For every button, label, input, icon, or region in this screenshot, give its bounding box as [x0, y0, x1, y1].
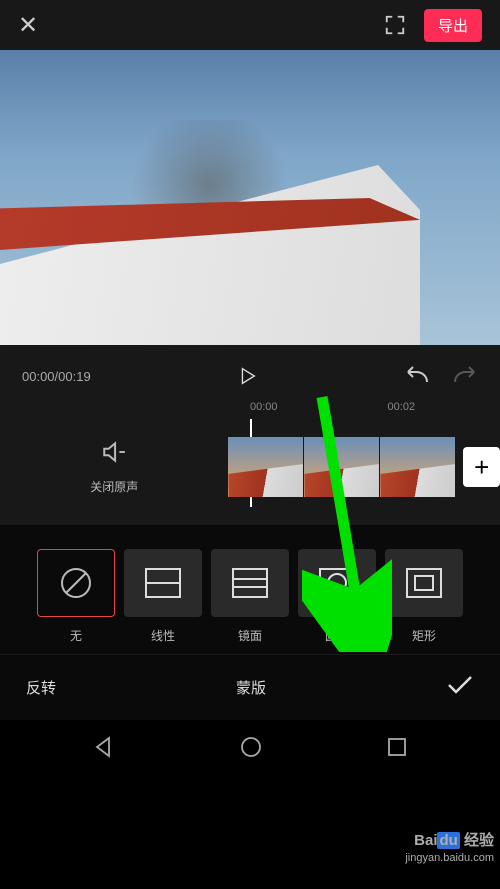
mask-label: 矩形: [412, 627, 436, 644]
play-button[interactable]: [236, 365, 258, 387]
mask-label: 镜面: [238, 627, 262, 644]
fullscreen-icon[interactable]: [384, 14, 406, 36]
panel-title: 蒙版: [236, 677, 266, 698]
mask-option-mirror[interactable]: 镜面: [211, 549, 289, 644]
mask-option-rect[interactable]: 矩形: [385, 549, 463, 644]
confirm-button[interactable]: [446, 675, 474, 700]
mask-option-none[interactable]: 无: [37, 549, 115, 644]
mute-icon[interactable]: [101, 439, 127, 470]
mirror-icon: [211, 549, 289, 617]
close-icon[interactable]: ✕: [18, 11, 38, 40]
playback-controls: 00:00/00:19: [0, 345, 500, 401]
clip-thumb[interactable]: [228, 437, 303, 497]
mask-option-linear[interactable]: 线性: [124, 549, 202, 644]
watermark: Baidu 经验 jingyan.baidu.com: [405, 831, 494, 865]
mute-label: 关闭原声: [90, 478, 138, 495]
mask-option-circle[interactable]: 圆形: [298, 549, 376, 644]
nav-back-icon[interactable]: [93, 736, 115, 763]
linear-icon: [124, 549, 202, 617]
timeline[interactable]: 关闭原声 +: [0, 419, 500, 525]
redo-button: [452, 366, 478, 386]
time-display: 00:00/00:19: [22, 369, 91, 384]
mask-label: 无: [70, 627, 82, 644]
none-icon: [37, 549, 115, 617]
clip-thumbnails[interactable]: [228, 437, 455, 497]
undo-button[interactable]: [404, 366, 430, 386]
clip-thumb[interactable]: [380, 437, 455, 497]
system-nav: [0, 720, 500, 779]
mask-label: 圆形: [325, 627, 349, 644]
nav-recent-icon[interactable]: [387, 737, 407, 762]
timeline-ruler: 00:00 00:02: [0, 401, 500, 419]
flip-button[interactable]: 反转: [26, 677, 56, 698]
circle-icon: [298, 549, 376, 617]
add-clip-button[interactable]: +: [463, 447, 500, 487]
clip-thumb[interactable]: [304, 437, 379, 497]
video-preview[interactable]: [0, 50, 500, 345]
mask-options-row: 无 线性 镜面 圆形 矩形: [0, 525, 500, 654]
rect-icon: [385, 549, 463, 617]
nav-home-icon[interactable]: [240, 736, 262, 763]
mask-label: 线性: [151, 627, 175, 644]
export-button[interactable]: 导出: [424, 9, 482, 42]
